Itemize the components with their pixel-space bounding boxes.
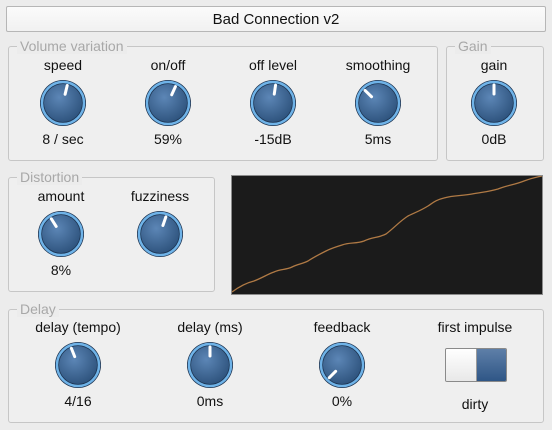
onoff-label: on/off [150, 57, 186, 73]
fuzziness-knob[interactable] [135, 209, 185, 259]
onoff-value: 59% [153, 131, 183, 147]
speed-label: speed [43, 57, 83, 73]
knob-body [149, 84, 187, 122]
feedback-knob[interactable] [317, 340, 367, 390]
onoff-knob[interactable] [143, 78, 193, 128]
feedback-value: 0% [331, 393, 353, 409]
speed-value: 8 / sec [42, 131, 84, 147]
off-level-control: off level -15dB [228, 56, 318, 148]
speed-knob[interactable] [38, 78, 88, 128]
gain-value: 0dB [481, 131, 507, 147]
curve-line [231, 175, 543, 293]
toggle-off-segment [446, 349, 477, 381]
smoothing-label: smoothing [345, 57, 411, 73]
volume-variation-label: Volume variation [17, 38, 127, 54]
off-level-knob[interactable] [248, 78, 298, 128]
amount-value: 8% [50, 262, 72, 278]
speed-control: speed 8 / sec [18, 56, 108, 148]
gain-knob[interactable] [469, 78, 519, 128]
delay-ms-knob[interactable] [185, 340, 235, 390]
knob-body [254, 84, 292, 122]
first-impulse-value: dirty [461, 396, 489, 412]
onoff-control: on/off 59% [123, 56, 213, 148]
delay-ms-value: 0ms [196, 393, 224, 409]
distortion-curve [231, 175, 543, 293]
plugin-title: Bad Connection v2 [212, 10, 340, 28]
fuzziness-control: fuzziness [115, 187, 205, 259]
delay-tempo-label: delay (tempo) [35, 319, 121, 335]
amount-control: amount 8% [16, 187, 106, 279]
smoothing-value: 5ms [364, 131, 392, 147]
knob-pointer [272, 83, 278, 96]
knob-pointer [63, 83, 69, 96]
knob-body [42, 215, 80, 253]
fuzziness-label: fuzziness [130, 188, 190, 204]
first-impulse-toggle[interactable] [445, 348, 507, 382]
knob-body [44, 84, 82, 122]
delay-ms-control: delay (ms) 0ms [150, 318, 270, 410]
amount-knob[interactable] [36, 209, 86, 259]
amount-label: amount [37, 188, 85, 204]
smoothing-knob[interactable] [353, 78, 403, 128]
gain-label: gain [480, 57, 508, 73]
title-bar: Bad Connection v2 [6, 6, 546, 32]
toggle-on-segment [476, 349, 506, 381]
feedback-control: feedback 0% [282, 318, 402, 410]
delay-label: Delay [17, 301, 59, 317]
off-level-label: off level [249, 57, 297, 73]
smoothing-control: smoothing 5ms [333, 56, 423, 148]
delay-tempo-knob[interactable] [53, 340, 103, 390]
off-level-value: -15dB [254, 131, 292, 147]
knob-body [59, 346, 97, 384]
first-impulse-label: first impulse [437, 319, 513, 335]
distortion-label: Distortion [17, 169, 83, 185]
knob-body [141, 215, 179, 253]
delay-ms-label: delay (ms) [177, 319, 243, 335]
delay-tempo-value: 4/16 [64, 393, 92, 409]
distortion-curve-display[interactable] [231, 175, 543, 295]
delay-tempo-control: delay (tempo) 4/16 [18, 318, 138, 410]
gain-group-label: Gain [455, 38, 491, 54]
gain-control: gain 0dB [449, 56, 539, 148]
first-impulse-control: first impulse [415, 318, 535, 336]
feedback-label: feedback [313, 319, 371, 335]
